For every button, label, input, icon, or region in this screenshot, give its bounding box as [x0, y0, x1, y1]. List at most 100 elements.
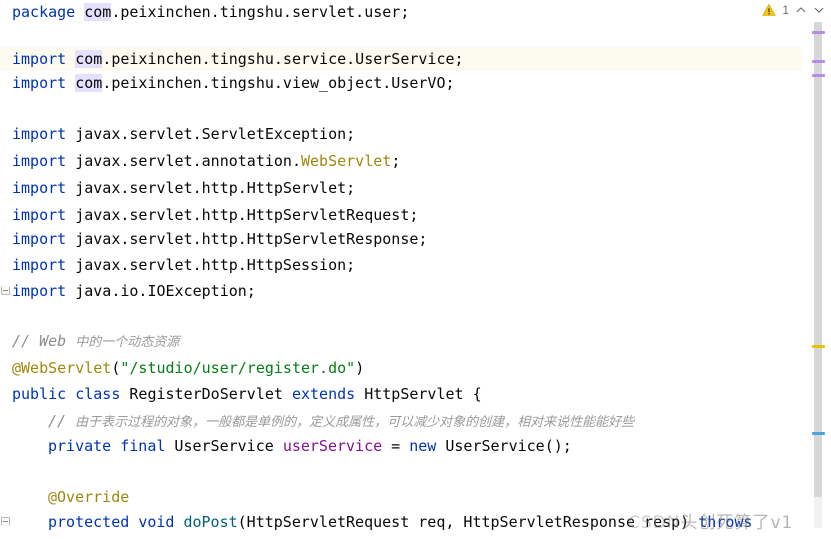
- code-token: protected: [48, 513, 130, 531]
- code-line-text: @Override: [0, 485, 129, 509]
- code-token: javax.servlet.annotation.: [66, 152, 301, 170]
- code-token: @WebServlet: [12, 359, 112, 377]
- code-line[interactable]: import com.peixinchen.tingshu.service.Us…: [0, 47, 802, 71]
- code-line-text: private final UserService userService = …: [0, 434, 572, 458]
- code-line-text: import javax.servlet.annotation.WebServl…: [0, 149, 400, 173]
- ide-editor-window: package com.peixinchen.tingshu.servlet.u…: [0, 0, 831, 542]
- code-token: UserService();: [436, 437, 572, 455]
- code-token: doPost: [183, 513, 238, 531]
- code-token: ;: [391, 152, 401, 170]
- code-line-text: import javax.servlet.ServletException;: [0, 122, 355, 146]
- code-line-text: // Web 中的一个动态资源: [0, 329, 179, 355]
- code-token: .peixinchen.tingshu.servlet.user;: [111, 3, 410, 21]
- code-line[interactable]: // 由于表示过程的对象，一般都是单例的，定义成属性，可以减少对象的创建，相对来…: [0, 409, 802, 433]
- code-token: ): [355, 359, 365, 377]
- code-token: 由于表示过程的对象，一般都是单例的，定义成属性，可以减少对象的创建，相对来说性能…: [75, 415, 635, 430]
- code-line[interactable]: [0, 24, 802, 48]
- chevron-up-icon[interactable]: [795, 4, 807, 16]
- code-token: javax.servlet.ServletException;: [66, 125, 356, 143]
- scrollbar-problem-mark[interactable]: [812, 60, 825, 63]
- code-line[interactable]: [0, 95, 802, 119]
- code-line[interactable]: // Web 中的一个动态资源: [0, 329, 802, 353]
- code-lines-container[interactable]: package com.peixinchen.tingshu.servlet.u…: [0, 0, 802, 542]
- code-line[interactable]: import javax.servlet.ServletException;: [0, 122, 802, 146]
- code-line[interactable]: import javax.servlet.http.HttpServletReq…: [0, 203, 802, 227]
- code-line-text: import java.io.IOException;: [0, 279, 256, 303]
- code-line-text: import com.peixinchen.tingshu.service.Us…: [0, 47, 464, 71]
- code-line[interactable]: @WebServlet("/studio/user/register.do"): [0, 356, 802, 380]
- code-token: javax.servlet.http.HttpSession;: [66, 256, 356, 274]
- code-token: import: [12, 179, 67, 197]
- warning-count-label: 1: [782, 3, 789, 17]
- code-token: RegisterDoServlet: [120, 385, 292, 403]
- code-token: import: [12, 74, 67, 92]
- code-line[interactable]: protected void doPost(HttpServletRequest…: [0, 510, 802, 534]
- code-token: javax.servlet.http.HttpServletRequest;: [66, 206, 419, 224]
- code-token: new: [409, 437, 437, 455]
- code-token: package: [12, 3, 76, 21]
- code-token: import: [12, 230, 67, 248]
- code-token: import: [12, 256, 67, 274]
- code-token: UserService: [165, 437, 283, 455]
- code-token: "/studio/user/register.do": [120, 359, 356, 377]
- code-token: userService: [282, 437, 383, 455]
- code-line-text: package com.peixinchen.tingshu.servlet.u…: [0, 0, 409, 24]
- scrollbar-problem-mark[interactable]: [812, 345, 825, 348]
- code-line[interactable]: public class RegisterDoServlet extends H…: [0, 382, 802, 406]
- code-line[interactable]: import javax.servlet.http.HttpSession;: [0, 253, 802, 277]
- code-token: HttpServlet {: [355, 385, 482, 403]
- code-line[interactable]: import javax.servlet.http.HttpServlet;: [0, 176, 802, 200]
- code-token: 中的一个动态资源: [75, 335, 180, 350]
- code-token: public: [12, 385, 67, 403]
- code-line-text: @WebServlet("/studio/user/register.do"): [0, 356, 364, 380]
- code-token: class: [75, 385, 121, 403]
- code-token: import: [12, 50, 67, 68]
- code-token: WebServlet: [301, 152, 392, 170]
- code-line[interactable]: package com.peixinchen.tingshu.servlet.u…: [0, 0, 802, 24]
- code-line[interactable]: [0, 460, 802, 484]
- code-token: @Override: [48, 488, 130, 506]
- code-line-text: protected void doPost(HttpServletRequest…: [0, 510, 752, 534]
- code-token: com: [75, 50, 103, 68]
- warning-triangle-icon: [762, 3, 777, 17]
- code-token: //: [48, 412, 76, 430]
- inspection-status-widget[interactable]: 1: [740, 0, 831, 20]
- scrollbar-problem-mark[interactable]: [812, 432, 825, 435]
- code-editor-area[interactable]: package com.peixinchen.tingshu.servlet.u…: [0, 0, 802, 542]
- code-token: void: [138, 513, 175, 531]
- code-token: (HttpServletRequest req, HttpServletResp…: [237, 513, 699, 531]
- chevron-down-icon[interactable]: [813, 4, 825, 16]
- code-token: .peixinchen.tingshu.service.UserService;: [102, 50, 464, 68]
- code-token: =: [382, 437, 410, 455]
- code-line[interactable]: @Override: [0, 485, 802, 509]
- code-line-text: import javax.servlet.http.HttpServletRes…: [0, 227, 427, 251]
- scrollbar-problem-mark[interactable]: [812, 31, 825, 34]
- code-line-text: import javax.servlet.http.HttpServlet;: [0, 176, 355, 200]
- code-token: javax.servlet.http.HttpServlet;: [66, 179, 356, 197]
- code-line[interactable]: import com.peixinchen.tingshu.view_objec…: [0, 71, 802, 95]
- code-line[interactable]: import javax.servlet.http.HttpServletRes…: [0, 227, 802, 251]
- code-token: com: [75, 74, 103, 92]
- code-token: import: [12, 152, 67, 170]
- code-line[interactable]: import java.io.IOException;: [0, 279, 802, 303]
- scrollbar-problem-mark[interactable]: [812, 74, 825, 77]
- code-line[interactable]: import javax.servlet.annotation.WebServl…: [0, 149, 802, 173]
- editor-right-rail: [802, 0, 831, 542]
- code-token: .peixinchen.tingshu.view_object.UserVO;: [102, 74, 455, 92]
- code-token: import: [12, 206, 67, 224]
- code-line-text: import com.peixinchen.tingshu.view_objec…: [0, 71, 455, 95]
- code-line-text: // 由于表示过程的对象，一般都是单例的，定义成属性，可以减少对象的创建，相对来…: [0, 409, 634, 435]
- code-token: com: [84, 3, 112, 21]
- code-token: java.io.IOException;: [66, 282, 256, 300]
- code-line[interactable]: [0, 303, 802, 327]
- scrollbar-thumb[interactable]: [814, 22, 822, 497]
- code-token: javax.servlet.http.HttpServletResponse;: [66, 230, 428, 248]
- code-token: import: [12, 282, 67, 300]
- code-line[interactable]: private final UserService userService = …: [0, 434, 802, 458]
